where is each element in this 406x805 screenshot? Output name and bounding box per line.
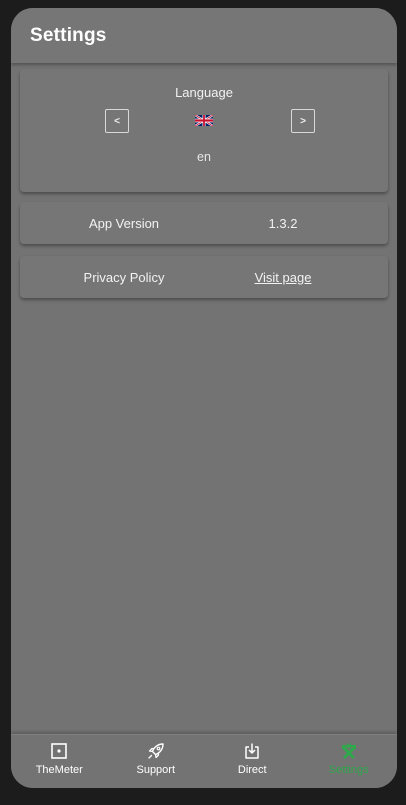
nav-label-themeter: TheMeter [35,764,83,776]
app-bar: Settings [11,8,397,63]
nav-label-support: Support [136,764,176,776]
privacy-policy-card: Privacy Policy Visit page [20,256,388,298]
nav-item-themeter[interactable]: TheMeter [11,735,108,788]
privacy-policy-label: Privacy Policy [83,269,165,285]
language-code: en [197,150,211,164]
nav-item-settings[interactable]: Settings [301,735,398,788]
nav-label-settings: Settings [328,764,369,776]
language-card: Language < > en [20,69,388,192]
app-version-value: 1.3.2 [268,215,298,231]
language-title: Language [175,85,233,100]
page-title: Settings [30,24,107,46]
uk-flag-icon [195,115,213,126]
bottom-navigation: TheMeter Support Direct Settings [11,734,397,788]
previous-language-button[interactable]: < [105,109,129,133]
download-icon [245,743,259,759]
rocket-icon [148,743,164,759]
visit-page-link[interactable]: Visit page [233,256,333,298]
tools-icon [341,743,356,759]
next-language-button[interactable]: > [291,109,315,133]
nav-item-direct[interactable]: Direct [204,735,301,788]
nav-item-support[interactable]: Support [108,735,205,788]
meter-icon [51,743,68,759]
app-version-label: App Version [88,215,160,231]
app-version-card: App Version 1.3.2 [20,202,388,244]
nav-label-direct: Direct [237,764,267,776]
app-screen: Settings Language < > en App Version 1.3… [11,8,397,788]
